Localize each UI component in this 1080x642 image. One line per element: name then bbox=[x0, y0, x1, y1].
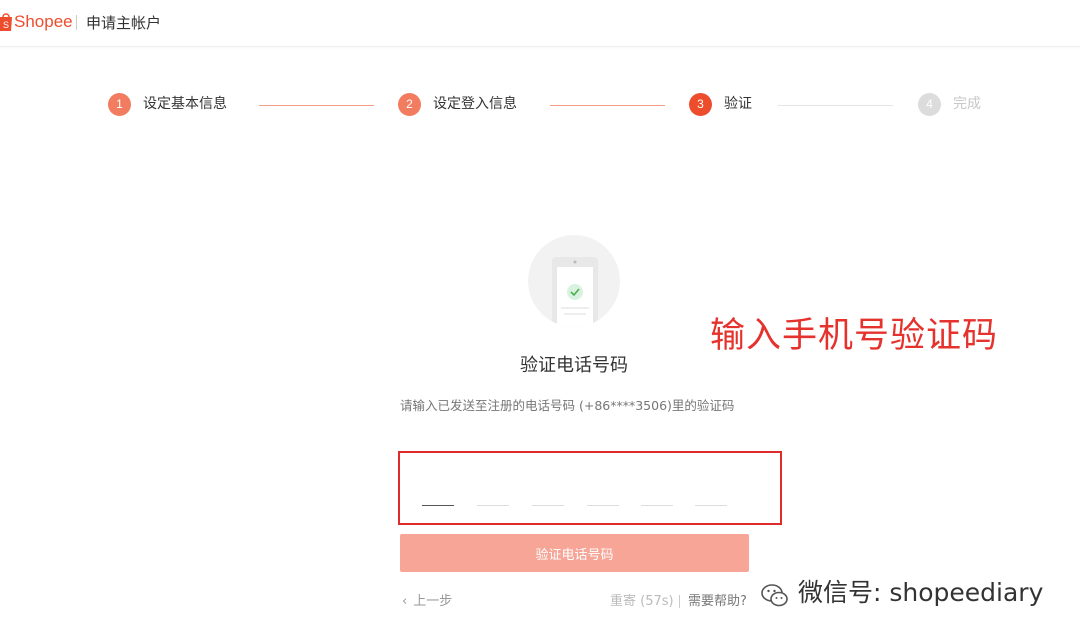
code-digit-6[interactable] bbox=[695, 477, 727, 506]
step-3-number: 3 bbox=[689, 93, 712, 116]
step-4: 4 完成 bbox=[918, 93, 981, 116]
step-2: 2 设定登入信息 bbox=[398, 93, 517, 116]
step-3-label: 验证 bbox=[724, 96, 752, 112]
help-link[interactable]: 需要帮助? bbox=[688, 592, 747, 612]
step-1-number: 1 bbox=[108, 93, 131, 116]
step-1: 1 设定基本信息 bbox=[108, 93, 227, 116]
step-2-label: 设定登入信息 bbox=[433, 96, 517, 112]
step-4-label: 完成 bbox=[953, 96, 981, 112]
back-link[interactable]: ‹ 上一步 bbox=[402, 592, 452, 612]
svg-text:S: S bbox=[3, 20, 9, 30]
shopee-bag-icon: S bbox=[0, 13, 12, 31]
verify-description: 请输入已发送至注册的电话号码 (+86****3506)里的验证码 bbox=[400, 398, 735, 413]
watermark-text: 微信号: shopeediary bbox=[798, 578, 1044, 607]
step-3: 3 验证 bbox=[689, 93, 752, 116]
wechat-icon bbox=[761, 584, 788, 607]
code-digit-3[interactable] bbox=[532, 477, 564, 506]
resend-code-link[interactable]: 重寄 (57s) bbox=[610, 592, 674, 612]
step-1-label: 设定基本信息 bbox=[143, 96, 227, 112]
header: S Shopee 申请主帐户 bbox=[0, 0, 1080, 47]
header-divider bbox=[76, 15, 77, 30]
page-title: 申请主帐户 bbox=[86, 14, 162, 32]
step-2-number: 2 bbox=[398, 93, 421, 116]
step-connector-2 bbox=[550, 105, 665, 106]
code-digit-4[interactable] bbox=[587, 477, 619, 506]
verify-phone-button[interactable]: 验证电话号码 bbox=[400, 534, 749, 572]
phone-check-icon bbox=[552, 257, 598, 327]
phone-verify-illustration bbox=[528, 235, 620, 327]
link-separator bbox=[679, 595, 680, 608]
code-digit-5[interactable] bbox=[641, 477, 673, 506]
page: S Shopee 申请主帐户 1 设定基本信息 2 设定登入信息 3 验证 4 … bbox=[0, 0, 1080, 642]
back-link-label: 上一步 bbox=[413, 594, 453, 609]
step-connector-1 bbox=[259, 105, 374, 106]
brand-logo[interactable]: Shopee bbox=[14, 11, 73, 33]
verify-title: 验证电话号码 bbox=[520, 355, 628, 376]
step-4-number: 4 bbox=[918, 93, 941, 116]
code-digit-1[interactable] bbox=[422, 477, 454, 506]
chevron-left-icon: ‹ bbox=[402, 594, 408, 609]
code-digit-2[interactable] bbox=[477, 477, 509, 506]
step-connector-3 bbox=[778, 105, 893, 106]
